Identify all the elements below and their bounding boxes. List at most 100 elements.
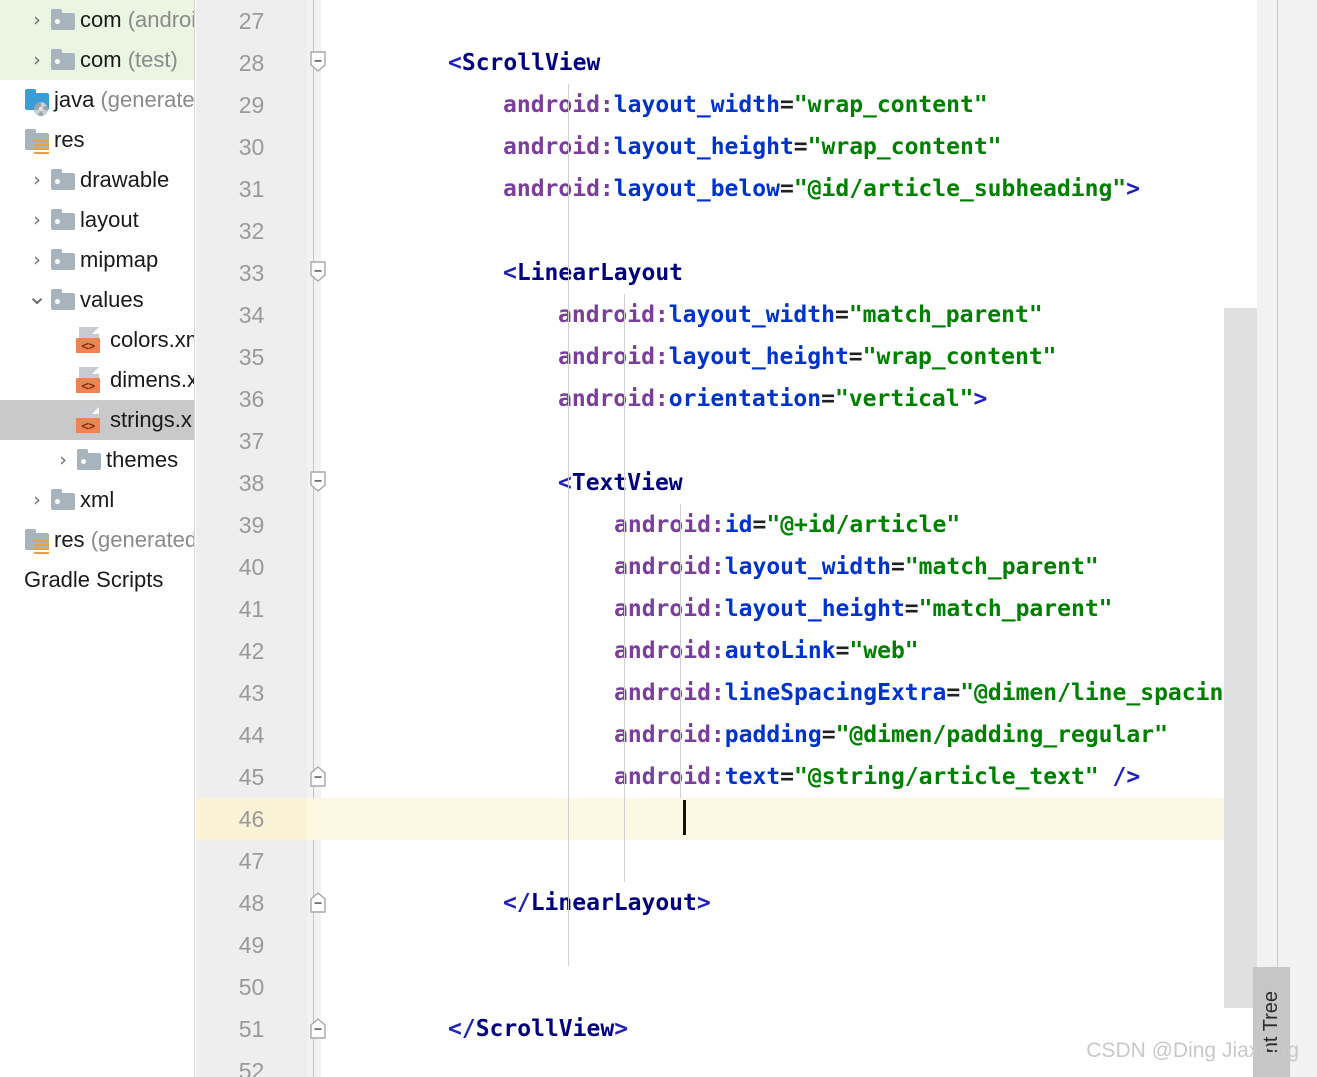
tree-row-values[interactable]: ⌄ values bbox=[0, 280, 194, 320]
editor-line[interactable]: 30 android: layout_height = "wrap_content" bbox=[196, 126, 1317, 168]
line-number: 37 bbox=[238, 427, 265, 454]
editor-line[interactable]: 37 bbox=[196, 420, 1317, 462]
scrollbar-divider bbox=[1277, 0, 1278, 1077]
editor-line[interactable]: 38 < TextView bbox=[196, 462, 1317, 504]
xml-file-icon: <> bbox=[74, 365, 108, 395]
indent-guide bbox=[624, 756, 625, 798]
editor-line[interactable]: 48 </LinearLayout > bbox=[196, 882, 1317, 924]
tree-row-xml[interactable]: › xml bbox=[0, 480, 194, 520]
editor-line[interactable]: 44 android: padding = "@dimen/padding_regula… bbox=[196, 714, 1317, 756]
folder-icon bbox=[48, 287, 78, 313]
folder-icon bbox=[48, 487, 78, 513]
editor-line[interactable]: 49 bbox=[196, 924, 1317, 966]
component-tree-tool-tab[interactable]: nt Tree bbox=[1253, 967, 1290, 1077]
folder-res-icon bbox=[22, 527, 52, 554]
token-brk: > bbox=[973, 386, 988, 412]
folder-generated-icon bbox=[22, 87, 52, 116]
indent-guide bbox=[624, 714, 625, 756]
tree-row-colors-xm[interactable]: <> colors.xm bbox=[0, 320, 194, 360]
token-val: "match_parent" bbox=[918, 596, 1113, 622]
code-line-text: < LinearLayout bbox=[503, 252, 683, 294]
tree-row-com[interactable]: › com (test) bbox=[0, 40, 194, 80]
editor-scrollbar-thumb[interactable] bbox=[1224, 308, 1257, 1008]
token-ns: android: bbox=[614, 638, 725, 664]
chevron-right-icon[interactable]: › bbox=[26, 209, 48, 231]
editor-line[interactable]: 32 bbox=[196, 210, 1317, 252]
editor-line[interactable]: 52 bbox=[196, 1050, 1317, 1077]
token-val: "wrap_content" bbox=[793, 92, 988, 118]
token-brk: < bbox=[503, 260, 517, 286]
indent-guide bbox=[568, 840, 569, 882]
token-val: "wrap_content" bbox=[807, 134, 1002, 160]
line-number: 31 bbox=[238, 175, 265, 202]
token-tag: TextView bbox=[571, 470, 683, 496]
chevron-right-icon[interactable]: › bbox=[26, 49, 48, 71]
token-eq: = bbox=[821, 722, 836, 748]
token-ns: android: bbox=[503, 92, 614, 118]
tree-item-label: layout bbox=[80, 207, 139, 232]
token-val: "@id/article_subheading" bbox=[793, 176, 1127, 202]
tree-arrow-spacer bbox=[0, 89, 22, 111]
editor-line[interactable]: 33 < LinearLayout bbox=[196, 252, 1317, 294]
indent-guide bbox=[568, 462, 569, 504]
token-ns: android: bbox=[558, 344, 669, 370]
project-tree-panel[interactable]: ›com (androi›com (test) java (generated … bbox=[0, 0, 195, 1077]
tree-arrow-spacer bbox=[52, 329, 74, 351]
indent-guide bbox=[624, 420, 625, 462]
token-val: "@dimen/line_spacing" bbox=[960, 680, 1251, 706]
tree-row-strings-x[interactable]: <> strings.x bbox=[0, 400, 194, 440]
tree-row-drawable[interactable]: › drawable bbox=[0, 160, 194, 200]
line-number: 30 bbox=[238, 133, 265, 160]
token-eq: = bbox=[904, 596, 919, 622]
editor-line[interactable]: 41 android: layout_height = "match_parent" bbox=[196, 588, 1317, 630]
indent-guide bbox=[568, 294, 569, 336]
editor-line[interactable]: 43 android: lineSpacingExtra = "@dimen/line_… bbox=[196, 672, 1317, 714]
editor-line[interactable]: 31 android: layout_below = "@id/article_subh… bbox=[196, 168, 1317, 210]
line-number: 32 bbox=[238, 217, 265, 244]
line-number: 28 bbox=[238, 49, 265, 76]
chevron-right-icon[interactable]: › bbox=[26, 169, 48, 191]
editor-line[interactable]: 47 bbox=[196, 840, 1317, 882]
chevron-right-icon[interactable]: › bbox=[26, 249, 48, 271]
editor-line[interactable]: 39 android: id = "@+id/article" bbox=[196, 504, 1317, 546]
indent-guide bbox=[680, 588, 681, 630]
editor-line[interactable]: 51 </ScrollView > bbox=[196, 1008, 1317, 1050]
line-number: 43 bbox=[238, 679, 265, 706]
chevron-down-icon[interactable]: ⌄ bbox=[26, 282, 48, 310]
token-eq: = bbox=[834, 302, 849, 328]
editor-line[interactable]: 50 bbox=[196, 966, 1317, 1008]
tree-row-res[interactable]: res bbox=[0, 120, 194, 160]
chevron-right-icon[interactable]: › bbox=[26, 9, 48, 31]
tree-row-mipmap[interactable]: › mipmap bbox=[0, 240, 194, 280]
editor-line[interactable]: 36 android: orientation = "vertical" > bbox=[196, 378, 1317, 420]
editor-line[interactable]: 29 android: layout_width = "wrap_content" bbox=[196, 84, 1317, 126]
tree-item-label: mipmap bbox=[80, 247, 159, 272]
line-number: 45 bbox=[238, 763, 265, 790]
tree-item-label: res (generated bbox=[52, 527, 194, 553]
chevron-right-icon[interactable]: › bbox=[52, 449, 74, 471]
editor-line-current[interactable]: 46 bbox=[196, 798, 1317, 840]
tree-row-layout[interactable]: › layout bbox=[0, 200, 194, 240]
editor-line[interactable]: 35 android: layout_height = "wrap_content" bbox=[196, 336, 1317, 378]
token-ns: android: bbox=[614, 680, 725, 706]
tree-arrow-spacer bbox=[52, 409, 74, 431]
code-editor[interactable]: 27 28 < ScrollView 29 android: layout_width = "w… bbox=[196, 0, 1317, 1077]
tree-row-res[interactable]: res (generated bbox=[0, 520, 194, 560]
tree-row-java[interactable]: java (generated bbox=[0, 80, 194, 120]
editor-line[interactable]: 27 bbox=[196, 0, 1317, 42]
editor-line[interactable]: 28 < ScrollView bbox=[196, 42, 1317, 84]
tree-row-gradle-scripts[interactable]: Gradle Scripts bbox=[0, 560, 194, 600]
tree-row-dimens-x[interactable]: <> dimens.x bbox=[0, 360, 194, 400]
editor-line[interactable]: 34 android: layout_width = "match_parent" bbox=[196, 294, 1317, 336]
editor-line[interactable]: 45 android: text = "@string/article_text" /> bbox=[196, 756, 1317, 798]
token-ns: android: bbox=[558, 386, 669, 412]
tree-row-com[interactable]: › com (androi bbox=[0, 0, 194, 40]
code-line-text: android: lineSpacingExtra = "@dimen/line_sp… bbox=[614, 672, 1251, 714]
editor-scrollbar-track[interactable] bbox=[1257, 0, 1317, 1077]
tree-row-themes[interactable]: › themes bbox=[0, 440, 194, 480]
chevron-right-icon[interactable]: › bbox=[26, 489, 48, 511]
token-ns: android: bbox=[614, 764, 725, 790]
indent-guide bbox=[568, 210, 569, 252]
editor-line[interactable]: 42 android: autoLink = "web" bbox=[196, 630, 1317, 672]
editor-line[interactable]: 40 android: layout_width = "match_parent" bbox=[196, 546, 1317, 588]
